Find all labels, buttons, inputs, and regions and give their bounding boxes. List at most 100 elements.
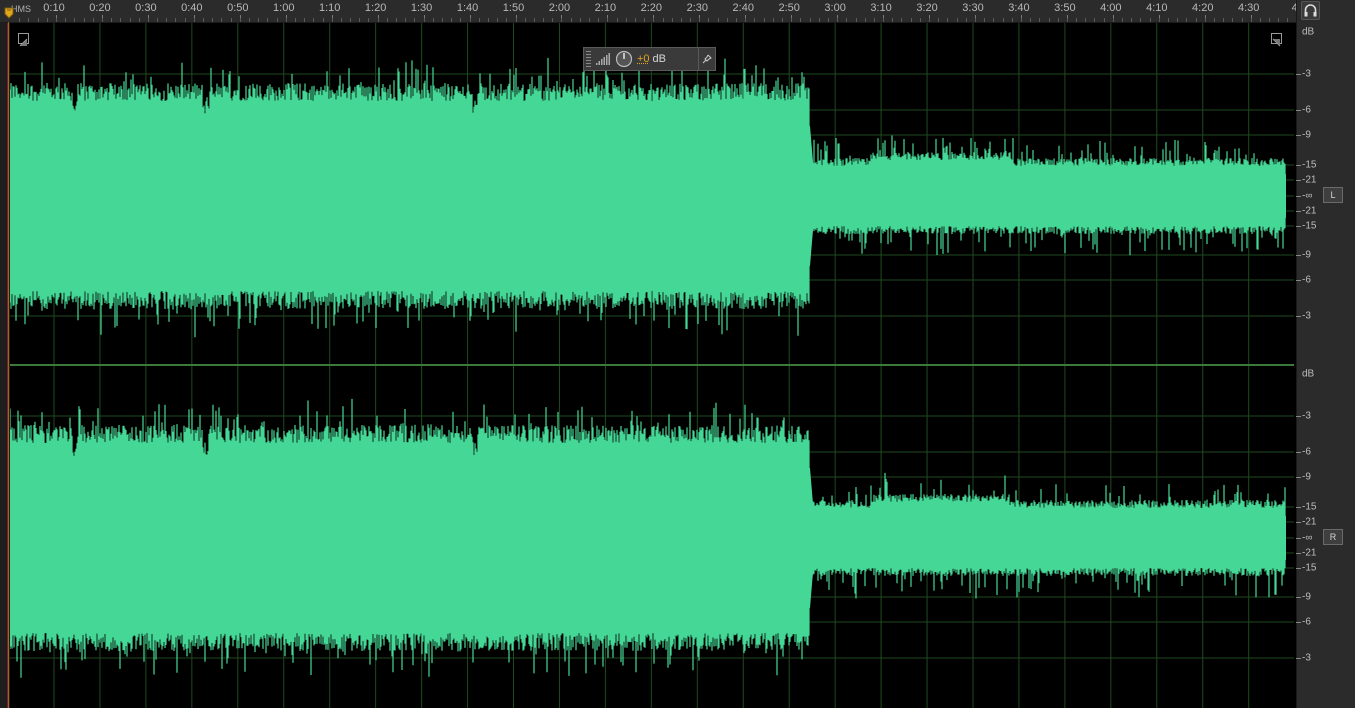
gain-hud[interactable]: +0 dB: [583, 47, 716, 71]
minor-tick: [19, 18, 20, 22]
pin-button[interactable]: [698, 48, 715, 70]
minor-tick: [1122, 18, 1123, 22]
minor-tick: [580, 18, 581, 22]
minor-tick: [993, 18, 994, 22]
channel-badge-L[interactable]: L: [1323, 187, 1343, 203]
time-tick-label: 1:40: [457, 2, 478, 14]
minor-tick: [396, 18, 397, 22]
time-tick-label: 4:20: [1192, 2, 1213, 14]
db-scale-label: -6: [1302, 105, 1311, 116]
db-scale-label: -9: [1302, 130, 1311, 141]
time-format-label: HMS: [11, 4, 31, 14]
db-scale-tick: [1296, 507, 1301, 508]
headphones-icon: [1302, 2, 1319, 19]
time-tick-label: 3:40: [1008, 2, 1029, 14]
minor-tick: [727, 18, 728, 22]
db-scale-label: -∞: [1302, 533, 1312, 544]
channel-badge-R[interactable]: R: [1323, 529, 1343, 545]
gain-value[interactable]: +0: [637, 53, 650, 65]
minor-tick: [1030, 18, 1031, 22]
minor-tick: [1232, 18, 1233, 22]
minor-tick: [221, 18, 222, 22]
db-scale-label: -15: [1302, 160, 1316, 171]
playhead-marker-icon[interactable]: [4, 7, 14, 19]
minor-tick: [1159, 18, 1160, 22]
minor-tick: [130, 18, 131, 22]
minor-tick: [828, 18, 829, 22]
minor-tick: [175, 18, 176, 22]
minor-tick: [157, 18, 158, 22]
minor-tick: [966, 18, 967, 22]
minor-tick: [1251, 18, 1252, 22]
minor-tick: [1177, 18, 1178, 22]
gain-knob-icon[interactable]: [615, 50, 633, 68]
time-tick-label: 1:10: [319, 2, 340, 14]
minor-tick: [718, 18, 719, 22]
minor-tick: [111, 18, 112, 22]
minor-tick: [1131, 18, 1132, 22]
time-tick-label: 1:00: [273, 2, 294, 14]
db-scale-tick: [1296, 538, 1301, 539]
minor-tick: [561, 18, 562, 22]
minor-tick: [607, 18, 608, 22]
time-tick-label: 2:00: [549, 2, 570, 14]
minor-tick: [341, 18, 342, 22]
minor-tick: [929, 18, 930, 22]
minor-tick: [598, 18, 599, 22]
minor-tick: [460, 18, 461, 22]
minor-tick: [957, 18, 958, 22]
minor-tick: [120, 18, 121, 22]
minor-tick: [892, 18, 893, 22]
hud-grip[interactable]: [586, 51, 591, 67]
time-tick-label: 3:10: [870, 2, 891, 14]
minor-tick: [800, 18, 801, 22]
minor-tick: [911, 18, 912, 22]
minor-tick: [1223, 18, 1224, 22]
scale-unit-label: dB: [1302, 27, 1314, 38]
scale-unit-label: dB: [1302, 369, 1314, 380]
time-tick-label: 3:20: [916, 2, 937, 14]
minor-tick: [405, 18, 406, 22]
headphones-button[interactable]: [1301, 1, 1320, 20]
time-tick-label: 0:10: [43, 2, 64, 14]
db-scale-tick: [1296, 110, 1301, 111]
db-scale-tick: [1296, 568, 1301, 569]
minor-tick: [56, 18, 57, 22]
minor-tick: [644, 18, 645, 22]
db-scale-label: -9: [1302, 250, 1311, 261]
db-scale-label: -3: [1302, 69, 1311, 80]
minor-tick: [1260, 18, 1261, 22]
minor-tick: [258, 18, 259, 22]
minor-tick: [938, 18, 939, 22]
time-tick-label: 1:20: [365, 2, 386, 14]
time-tick-label: 3:50: [1054, 2, 1075, 14]
minor-tick: [148, 18, 149, 22]
minor-tick: [38, 18, 39, 22]
minor-tick: [442, 18, 443, 22]
minor-tick: [1067, 18, 1068, 22]
minor-tick: [920, 18, 921, 22]
db-scale-tick: [1296, 522, 1301, 523]
minor-tick: [506, 18, 507, 22]
minor-tick: [617, 18, 618, 22]
minor-tick: [1269, 18, 1270, 22]
minor-tick: [93, 18, 94, 22]
zoom-corner-right-icon[interactable]: [1271, 33, 1282, 44]
minor-tick: [28, 18, 29, 22]
minor-tick: [1049, 18, 1050, 22]
minor-tick: [1287, 18, 1288, 22]
zoom-corner-left-icon[interactable]: [18, 33, 29, 44]
time-tick-label: 2:20: [641, 2, 662, 14]
minor-tick: [433, 18, 434, 22]
minor-tick: [488, 18, 489, 22]
minor-tick: [534, 18, 535, 22]
minor-tick: [240, 18, 241, 22]
minor-tick: [451, 18, 452, 22]
minor-tick: [947, 18, 948, 22]
channel-divider[interactable]: [10, 364, 1294, 366]
db-scale-tick: [1296, 165, 1301, 166]
minor-tick: [1113, 18, 1114, 22]
time-tick-label: 0:30: [135, 2, 156, 14]
time-ruler[interactable]: HMS 0:10 0:20 0:30 0:40 0:50 1:00 1:10 1:20 1:30…: [0, 0, 1296, 23]
minor-tick: [65, 18, 66, 22]
